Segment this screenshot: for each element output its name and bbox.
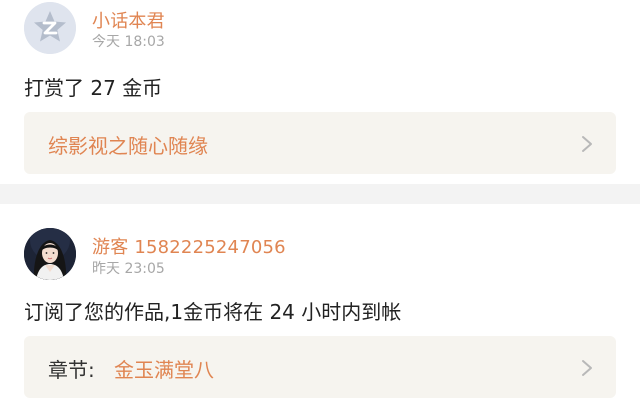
notification-card: 小话本君 今天 18:03 打赏了 27 金币 综影视之随心随缘 (0, 0, 640, 184)
work-title: 综影视之随心随缘 (48, 134, 208, 158)
username[interactable]: 小话本君 (92, 7, 165, 33)
avatar[interactable] (24, 2, 76, 54)
user-avatar-icon (24, 228, 76, 280)
section-divider (0, 184, 640, 204)
chevron-right-icon (582, 360, 592, 376)
chapter-link[interactable]: 章节: 金玉满堂八 (24, 336, 616, 398)
qq-default-avatar-icon (24, 2, 76, 54)
notification-message: 打赏了 27 金币 (24, 76, 163, 100)
username[interactable]: 游客 1582225247056 (92, 233, 286, 259)
work-link[interactable]: 综影视之随心随缘 (24, 112, 616, 174)
notification-message: 订阅了您的作品,1金币将在 24 小时内到帐 (24, 300, 402, 324)
timestamp: 昨天 23:05 (92, 261, 165, 277)
avatar[interactable] (24, 228, 76, 280)
chevron-right-icon (582, 136, 592, 152)
notification-card: 游客 1582225247056 昨天 23:05 订阅了您的作品,1金币将在 … (0, 204, 640, 403)
chapter-label: 章节: (48, 358, 95, 382)
chapter-name: 金玉满堂八 (114, 358, 214, 382)
timestamp: 今天 18:03 (92, 34, 165, 50)
